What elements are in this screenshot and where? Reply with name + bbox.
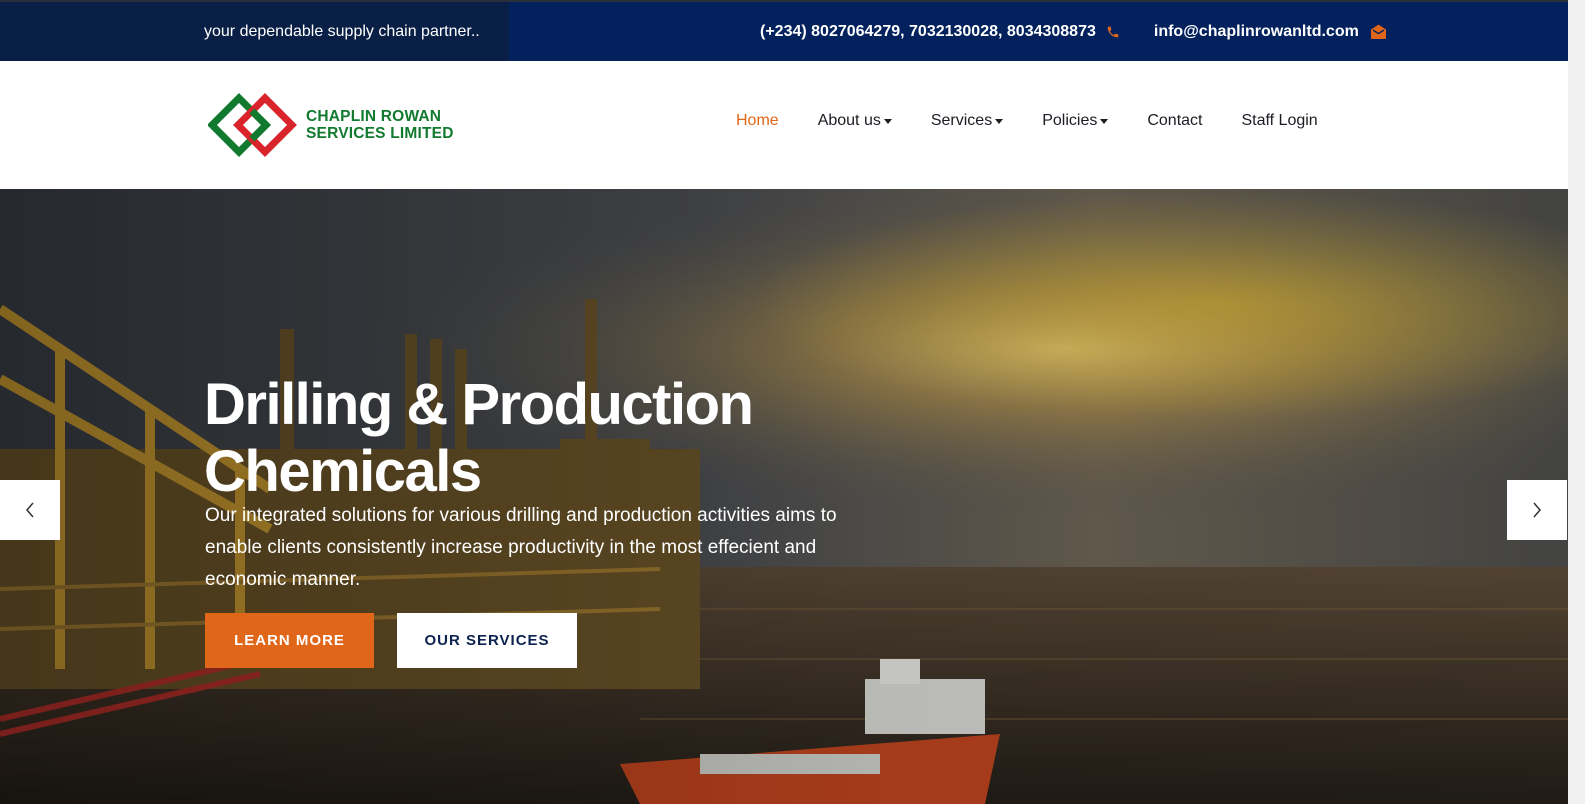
- nav-about-us-label: About us: [817, 112, 881, 129]
- caret-down-icon: [1100, 119, 1109, 124]
- nav-contact-label: Contact: [1147, 112, 1203, 129]
- chevron-left-icon: [26, 502, 34, 518]
- our-services-button[interactable]: OUR SERVICES: [397, 613, 577, 668]
- envelope-icon: [1370, 24, 1387, 39]
- hero-description: Our integrated solutions for various dri…: [205, 505, 837, 590]
- nav-services[interactable]: Services: [930, 112, 1004, 130]
- phone-numbers[interactable]: (+234) 8027064279, 7032130028, 803430887…: [760, 23, 1096, 41]
- company-name-line2: SERVICES LIMITED: [306, 125, 454, 142]
- nav-policies[interactable]: Policies: [1042, 112, 1109, 130]
- email-address[interactable]: info@chaplinrowanltd.com: [1154, 23, 1359, 41]
- nav-policies-label: Policies: [1042, 112, 1098, 129]
- phone-contact[interactable]: (+234) 8027064279, 7032130028, 803430887…: [760, 23, 1120, 41]
- nav-staff-login[interactable]: Staff Login: [1241, 112, 1317, 130]
- slider-next-button[interactable]: [1507, 480, 1567, 540]
- tagline: your dependable supply chain partner..: [204, 23, 480, 40]
- top-bar: your dependable supply chain partner.. (…: [0, 0, 1585, 61]
- interlocking-diamonds-logo: [208, 93, 297, 157]
- contact-info: (+234) 8027064279, 7032130028, 803430887…: [760, 2, 1387, 61]
- main-navigation: Home About us Services Policies Contact …: [736, 61, 1357, 181]
- hero-title: Drilling & Production Chemicals: [204, 371, 924, 505]
- slider-prev-button[interactable]: [0, 480, 60, 540]
- nav-services-label: Services: [930, 112, 993, 129]
- tagline-panel: your dependable supply chain partner..: [0, 2, 509, 61]
- nav-staff-login-label: Staff Login: [1241, 112, 1318, 129]
- nav-about-us[interactable]: About us: [818, 112, 892, 130]
- nav-home[interactable]: Home: [736, 112, 779, 130]
- caret-down-icon: [883, 119, 892, 124]
- hero-title-line2: Chemicals: [204, 439, 482, 504]
- learn-more-button[interactable]: LEARN MORE: [205, 613, 374, 668]
- nav-home-label: Home: [736, 112, 779, 129]
- company-logo[interactable]: CHAPLIN ROWAN SERVICES LIMITED: [208, 92, 454, 158]
- email-contact[interactable]: info@chaplinrowanltd.com: [1154, 23, 1387, 41]
- hero-slider: Drilling & Production Chemicals Our inte…: [0, 189, 1568, 804]
- site-header: CHAPLIN ROWAN SERVICES LIMITED Home Abou…: [0, 61, 1568, 189]
- page-scrollbar[interactable]: [1568, 0, 1585, 804]
- company-name: CHAPLIN ROWAN SERVICES LIMITED: [306, 108, 454, 142]
- nav-contact[interactable]: Contact: [1147, 112, 1202, 130]
- chevron-right-icon: [1533, 502, 1541, 518]
- company-name-line1: CHAPLIN ROWAN: [306, 108, 442, 125]
- caret-down-icon: [995, 119, 1004, 124]
- phone-icon: [1106, 25, 1120, 39]
- hero-title-line1: Drilling & Production: [204, 372, 754, 437]
